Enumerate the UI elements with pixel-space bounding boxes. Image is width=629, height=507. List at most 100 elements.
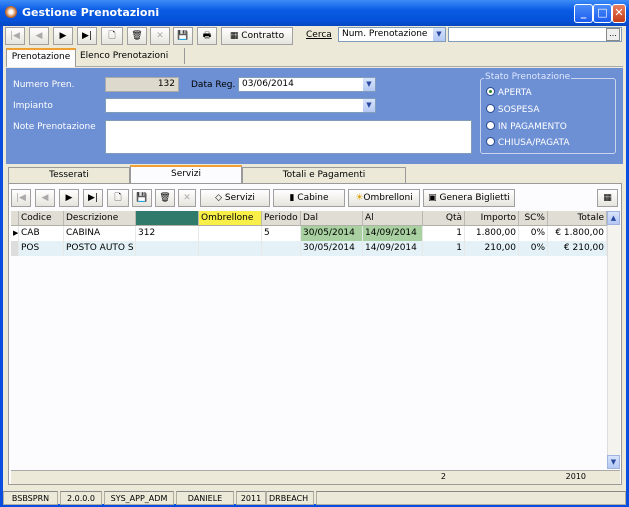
cell-codice[interactable]: POS [19,241,64,256]
row-pointer-icon: ▶ [11,226,19,241]
delete-record-button[interactable]: 🗑 [127,27,147,45]
cell-sc[interactable]: 0% [519,226,548,241]
cell-totale[interactable]: € 1.800,00 [548,226,607,241]
cell-descrizione[interactable]: POSTO AUTO S [64,241,136,256]
note-textarea[interactable] [105,120,472,154]
cell-codice[interactable]: CAB [19,226,64,241]
radio-in-pagamento-label: IN PAGAMENTO [497,122,567,132]
cell-cabina[interactable]: 312 [136,226,199,241]
sub-first-button[interactable]: |◀ [11,189,31,207]
scroll-down-icon[interactable]: ▼ [607,455,620,469]
col-totale[interactable]: Totale [548,211,607,226]
close-button[interactable]: ✕ [612,4,626,23]
grid-footer [11,470,620,484]
sub-cancel-button[interactable]: ✕ [178,189,196,207]
cell-qta[interactable]: 1 [423,241,465,256]
tab-totali-pagamenti[interactable]: Totali e Pagamenti [242,167,406,183]
genera-biglietti-button[interactable]: ▣ Genera Biglietti [423,189,515,207]
cell-descrizione[interactable]: CABINA [64,226,136,241]
cerca-field-value: Num. Prenotazione [342,29,428,39]
tag-icon: ◇ [215,193,225,203]
sub-new-button[interactable]: 🗋 [107,189,129,207]
impianto-select[interactable]: ▼ [105,98,376,113]
print-button[interactable]: 🖶 [197,27,217,45]
radio-aperta-label: APERTA [497,88,532,98]
radio-aperta[interactable]: APERTA [486,87,532,98]
contratto-button[interactable]: ▦ Contratto [221,27,293,45]
cell-qta[interactable]: 1 [423,226,465,241]
chevron-down-icon: ▼ [432,28,445,41]
minimize-button[interactable]: _ [574,4,593,23]
col-ombrellone[interactable]: Ombrellone [199,211,262,226]
impianto-label: Impianto [13,101,53,111]
col-importo[interactable]: Importo [465,211,519,226]
cell-sc[interactable]: 0% [519,241,548,256]
app-icon [5,6,17,18]
ombrelloni-button[interactable]: ☀Ombrelloni [348,189,420,207]
tab-tesserati[interactable]: Tesserati [8,167,130,183]
status-company: DRBEACH [266,491,314,505]
radio-chiusa-pagata[interactable]: CHIUSA/PAGATA [486,137,569,148]
save-button[interactable]: 💾 [173,27,193,45]
calculator-button[interactable]: ▦ [597,189,618,207]
cell-totale[interactable]: € 210,00 [548,241,607,256]
cell-cabina[interactable] [136,241,199,256]
radio-in-pagamento[interactable]: IN PAGAMENTO [486,121,567,132]
data-reg-field[interactable]: 03/06/2014 ▼ [238,77,376,92]
first-record-button[interactable]: |◀ [5,27,25,45]
status-empty [316,491,626,505]
cell-periodo[interactable]: 5 [262,226,301,241]
sub-delete-button[interactable]: 🗑 [155,189,175,207]
tab-servizi[interactable]: Servizi [130,165,242,183]
cerca-input[interactable]: ... [448,27,622,42]
scroll-up-icon[interactable]: ▲ [607,211,620,225]
last-record-button[interactable]: ▶| [77,27,97,45]
tab-prenotazione[interactable]: Prenotazione [6,48,76,67]
cell-periodo[interactable] [262,241,301,256]
numero-field: 132 [105,77,179,92]
next-record-button[interactable]: ▶ [53,27,73,45]
cell-al[interactable]: 14/09/2014 [363,241,423,256]
servizi-button-label: Servizi [224,193,255,203]
radio-sospesa-label: SOSPESA [497,105,540,115]
row-indicator-header [11,211,19,226]
footer-count: 2 [440,472,446,481]
vertical-scrollbar[interactable] [607,211,620,469]
new-record-button[interactable]: 🗋 [101,27,123,45]
stato-title: Stato Prenotazione [484,72,572,82]
cell-al[interactable]: 14/09/2014 [363,226,423,241]
cabine-button[interactable]: ▮ Cabine [273,189,345,207]
sub-last-button[interactable]: ▶| [83,189,103,207]
cell-dal[interactable]: 30/05/2014 [301,241,363,256]
cancel-button[interactable]: ✕ [150,27,170,45]
cerca-field-select[interactable]: Num. Prenotazione ▼ [338,27,446,42]
col-dal[interactable]: Dal [301,211,363,226]
servizi-button[interactable]: ◇ Servizi [200,189,270,207]
cell-ombrellone[interactable] [199,226,262,241]
cell-importo[interactable]: 210,00 [465,241,519,256]
col-periodo[interactable]: Periodo [262,211,301,226]
sub-next-button[interactable]: ▶ [59,189,79,207]
cabine-button-label: Cabine [297,193,329,203]
footer-total: 2010 [565,472,586,481]
maximize-button[interactable]: □ [593,4,612,23]
col-qta[interactable]: Qtà [423,211,465,226]
tab-elenco-prenotazioni[interactable]: Elenco Prenotazioni [80,51,168,61]
sub-prev-button[interactable]: ◀ [35,189,55,207]
radio-sospesa[interactable]: SOSPESA [486,104,540,115]
cell-importo[interactable]: 1.800,00 [465,226,519,241]
chevron-down-icon: ▼ [362,78,375,91]
col-cabina[interactable]: Cabina [136,211,199,226]
window-title: Gestione Prenotazioni [22,6,160,19]
col-al[interactable]: Al [363,211,423,226]
data-reg-value: 03/06/2014 [242,79,294,89]
col-codice[interactable]: Codice [19,211,64,226]
col-descrizione[interactable]: Descrizione [64,211,136,226]
col-sc[interactable]: SC% [519,211,548,226]
cell-dal[interactable]: 30/05/2014 [301,226,363,241]
status-program: BSBSPRN [3,491,58,505]
sub-save-button[interactable]: 💾 [132,189,152,207]
prev-record-button[interactable]: ◀ [29,27,49,45]
ellipsis-button[interactable]: ... [606,28,620,41]
cell-ombrellone[interactable] [199,241,262,256]
